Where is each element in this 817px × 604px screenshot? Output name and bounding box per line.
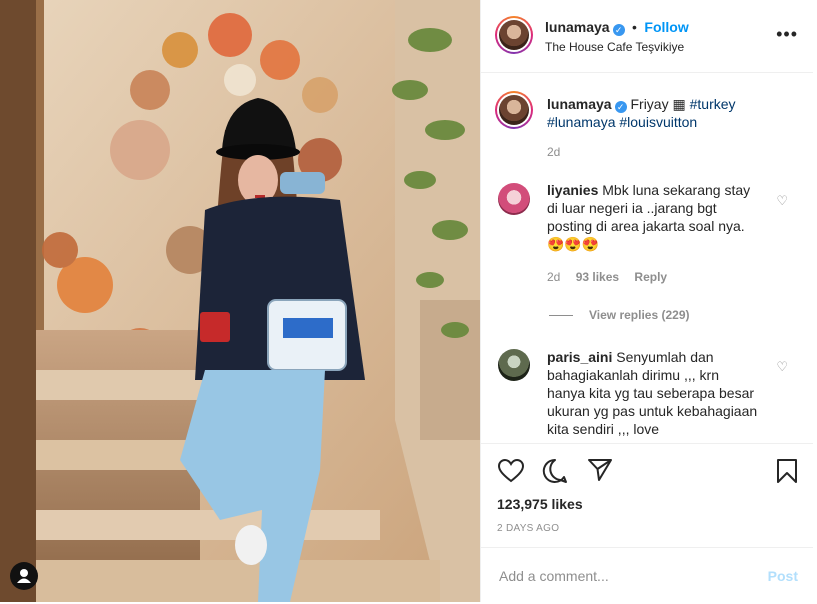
comments-list[interactable]: lunamaya ✓ Friyay ▦ #turkey #lunamaya #lo… [481,73,814,443]
caption: lunamaya ✓ Friyay ▦ #turkey #lunamaya #lo… [547,95,787,131]
avatar[interactable] [495,16,533,54]
caption-time[interactable]: 2d [547,145,560,159]
post-time[interactable]: 2 DAYS AGO [497,523,559,534]
like-heart-icon[interactable] [498,459,524,483]
comment-like-heart-icon[interactable]: ♡ [776,193,788,209]
comment-emojis: 😍😍😍 [547,236,600,252]
right-edge [813,0,817,602]
replies-line [549,315,573,317]
add-comment-bar: Add a comment... Post [481,547,814,604]
comment-username[interactable]: liyanies [547,182,598,198]
header-user-row: lunamaya ✓ • Follow [545,19,689,37]
user-tag-icon[interactable] [10,562,38,590]
separator-dot: • [632,19,637,35]
caption-text: Friyay [630,96,669,112]
comment-avatar[interactable] [498,349,530,381]
save-bookmark-icon[interactable] [776,458,798,484]
post-comment-button[interactable]: Post [768,568,798,584]
share-icon[interactable] [587,458,613,482]
caption-emoji: ▦ [672,96,686,112]
verified-badge-icon: ✓ [612,24,625,36]
post-header: lunamaya ✓ • Follow The House Cafe Teşvik… [481,0,814,73]
comment-like-heart-icon[interactable]: ♡ [776,359,788,375]
follow-button[interactable]: Follow [644,19,688,35]
caption-avatar[interactable] [495,91,533,129]
post-side-panel: lunamaya ✓ • Follow The House Cafe Teşvik… [480,0,814,602]
comment-icon[interactable] [542,458,568,484]
verified-badge-icon: ✓ [614,101,627,113]
view-replies[interactable]: View replies (229) [549,308,690,322]
comment-body: paris_aini Senyumlah dan bahagiakanlah d… [547,348,759,438]
hashtag-turkey[interactable]: #turkey [690,96,736,112]
comment-meta: 2d 93 likes Reply [547,270,667,284]
photo-illustration [0,0,480,602]
hashtag-line[interactable]: #lunamaya #louisvuitton [547,114,697,130]
location-link[interactable]: The House Cafe Teşvikiye [545,40,684,54]
username-link[interactable]: lunamaya [545,19,610,35]
comment-avatar[interactable] [498,183,530,215]
post-photo[interactable] [0,0,480,602]
comment-time[interactable]: 2d [547,270,560,284]
more-options-icon[interactable]: ••• [776,24,798,45]
post-actions: 123,975 likes 2 DAYS AGO Add a comment..… [481,443,814,604]
likes-count[interactable]: 123,975 likes [497,496,583,512]
caption-username[interactable]: lunamaya [547,96,612,112]
comment-body: liyanies Mbk luna sekarang stay di luar … [547,181,759,253]
reply-button[interactable]: Reply [634,270,667,284]
comment-username[interactable]: paris_aini [547,349,612,365]
add-comment-input[interactable]: Add a comment... [499,568,609,584]
comment-likes[interactable]: 93 likes [576,270,619,284]
view-replies-label: View replies (229) [589,308,690,322]
